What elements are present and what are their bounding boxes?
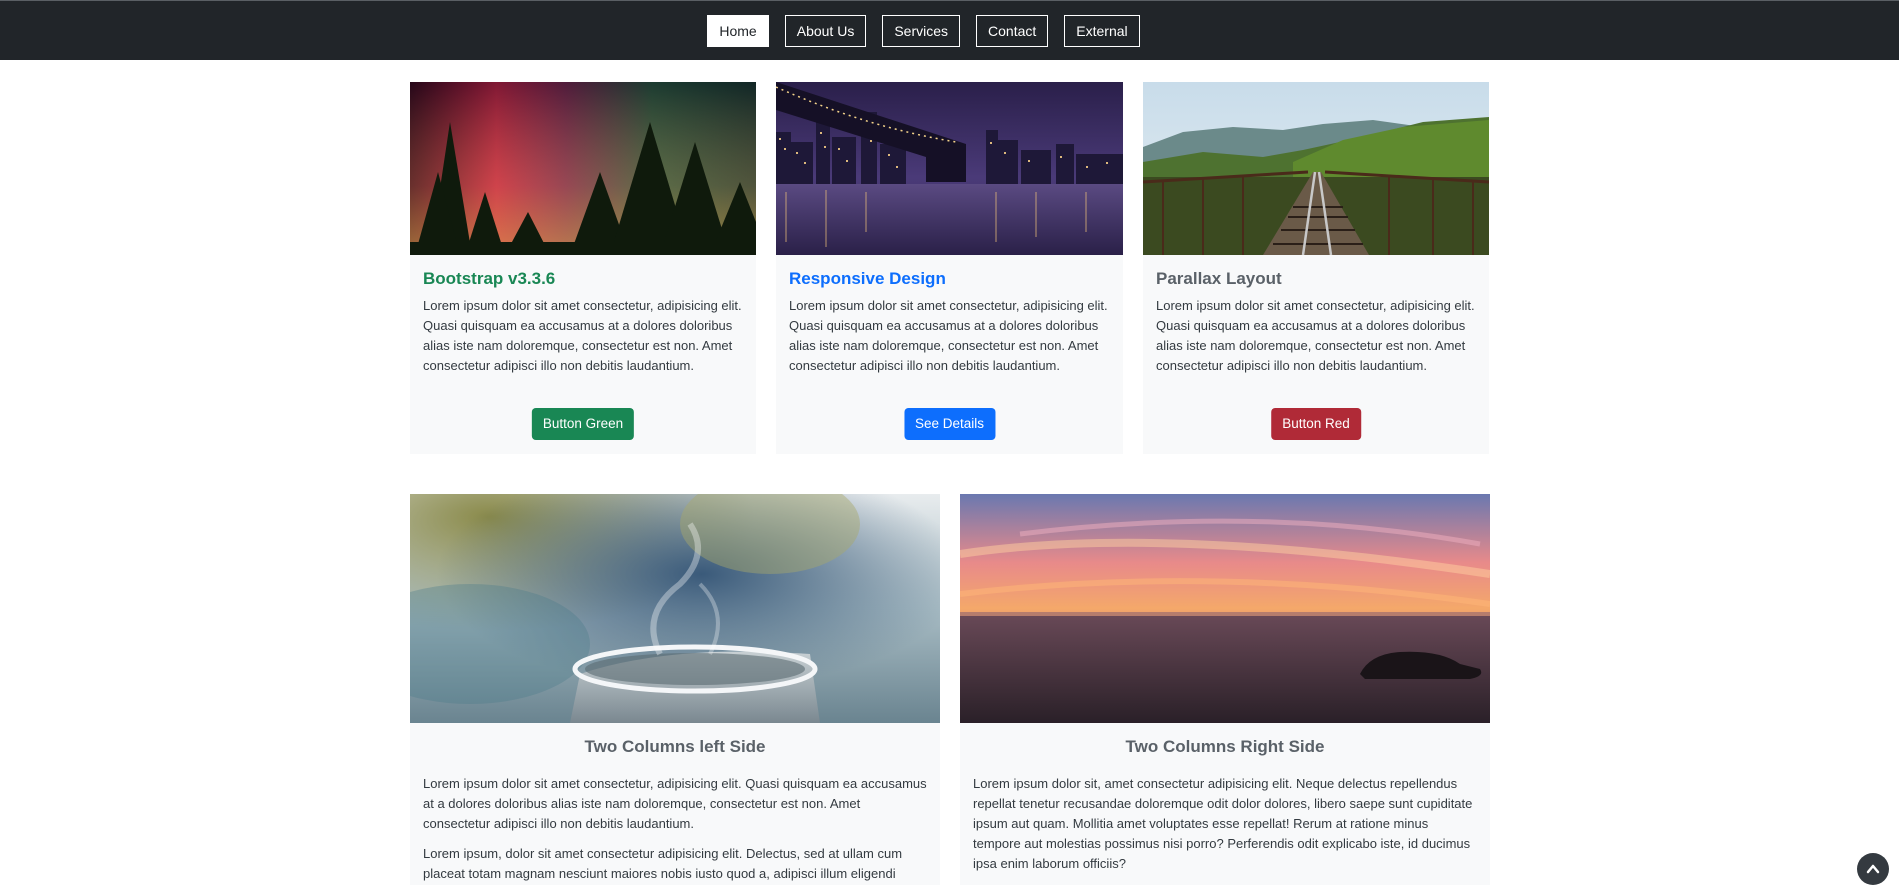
card-title: Bootstrap v3.3.6 xyxy=(423,269,556,288)
railway-bridge-image xyxy=(1143,82,1489,255)
card-title: Responsive Design xyxy=(789,269,946,288)
feature-card-parallax: Parallax Layout Lorem ipsum dolor sit am… xyxy=(1143,82,1489,454)
sunset-sea-image xyxy=(960,494,1490,723)
card-body: Bootstrap v3.3.6 Lorem ipsum dolor sit a… xyxy=(410,255,756,376)
card-title: Parallax Layout xyxy=(1156,269,1282,288)
card-title: Two Columns left Side xyxy=(584,737,766,756)
steaming-cup-image xyxy=(410,494,940,723)
nav-item-services[interactable]: Services xyxy=(882,15,961,47)
aurora-forest-image xyxy=(410,82,756,255)
card-body: Responsive Design Lorem ipsum dolor sit … xyxy=(776,255,1123,376)
card-paragraph: Lorem ipsum dolor sit amet consectetur, … xyxy=(423,776,927,831)
two-columns-left-card: Two Columns left Side Lorem ipsum dolor … xyxy=(410,494,940,885)
top-navbar: Home About Us Services Contact External xyxy=(0,0,1899,60)
card-text: Lorem ipsum dolor sit amet consectetur, … xyxy=(789,298,1108,373)
feature-card-bootstrap: Bootstrap v3.3.6 Lorem ipsum dolor sit a… xyxy=(410,82,756,454)
nav-list: Home About Us Services Contact External xyxy=(0,15,1899,47)
button-red[interactable]: Button Red xyxy=(1271,408,1361,440)
card-body: Parallax Layout Lorem ipsum dolor sit am… xyxy=(1143,255,1489,376)
city-bridge-night-image xyxy=(776,82,1123,255)
see-details-button[interactable]: See Details xyxy=(903,408,996,440)
nav-item-home[interactable]: Home xyxy=(707,15,769,47)
card-text: Lorem ipsum dolor sit amet consectetur, … xyxy=(1156,298,1475,373)
nav-item-contact[interactable]: Contact xyxy=(976,15,1049,47)
button-green[interactable]: Button Green xyxy=(531,408,635,440)
card-title: Two Columns Right Side xyxy=(1125,737,1325,756)
card-text: Lorem ipsum dolor sit amet consectetur, … xyxy=(423,298,742,373)
card-paragraph: Lorem ipsum, dolor sit amet consectetur … xyxy=(423,846,903,881)
card-paragraph: Lorem ipsum dolor sit, amet consectetur … xyxy=(973,776,1473,871)
two-columns-right-card: Two Columns Right Side Lorem ipsum dolor… xyxy=(960,494,1490,885)
feature-card-responsive: Responsive Design Lorem ipsum dolor sit … xyxy=(776,82,1123,454)
scroll-to-top-button[interactable] xyxy=(1857,853,1889,885)
chevron-up-icon xyxy=(1866,864,1880,874)
nav-item-external[interactable]: External xyxy=(1064,15,1140,47)
nav-item-about-us[interactable]: About Us xyxy=(784,15,867,47)
